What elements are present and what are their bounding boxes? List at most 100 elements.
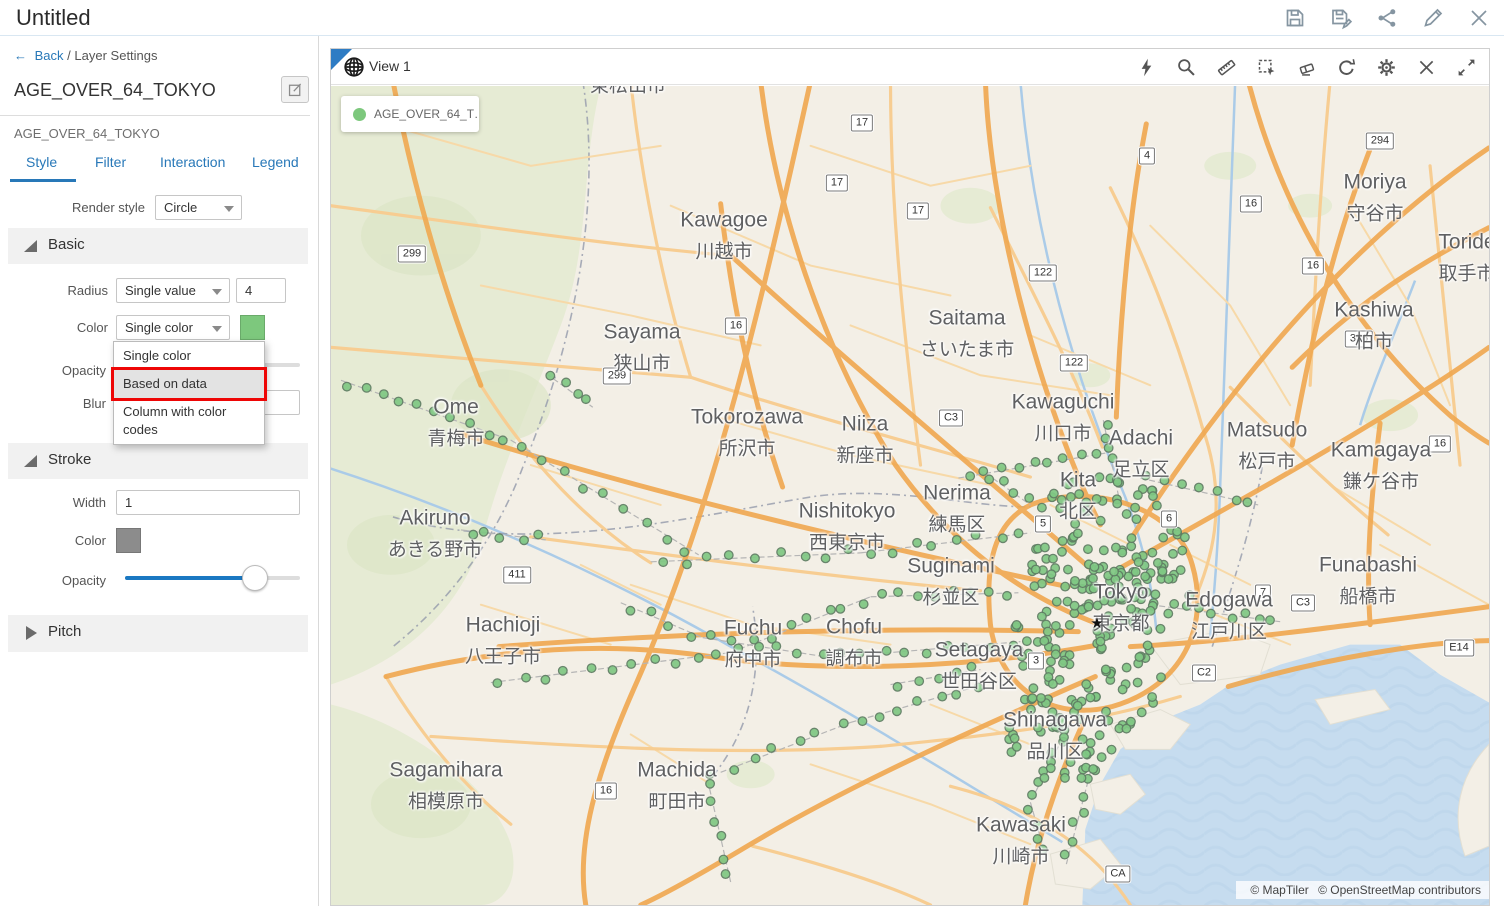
share-icon[interactable] [1374, 5, 1400, 31]
data-point [938, 692, 947, 701]
stroke-width-input[interactable]: 1 [116, 490, 300, 515]
tab-filter[interactable]: Filter [95, 154, 126, 170]
road-shield: 17 [907, 203, 929, 220]
data-point [1148, 548, 1157, 557]
road-shield: 356 [1345, 331, 1373, 348]
data-point [1135, 653, 1144, 662]
fullscreen-icon[interactable] [1456, 57, 1477, 78]
map-canvas[interactable]: 東松山市Kawagoe川越市Sayama狭山市Ome青梅市Saitamaさいたま… [331, 86, 1489, 905]
tab-legend[interactable]: Legend [252, 154, 299, 170]
data-point [967, 662, 976, 671]
edit-icon[interactable] [1420, 5, 1446, 31]
data-point [1015, 463, 1024, 472]
data-point [1000, 477, 1009, 486]
option-based-on-data[interactable]: Based on data [114, 370, 264, 398]
back-link[interactable]: Back [35, 48, 64, 63]
data-point [793, 649, 802, 658]
data-point [1182, 602, 1191, 611]
select-area-icon[interactable] [1256, 57, 1277, 78]
layer-title: AGE_OVER_64_TOKYO [14, 80, 216, 101]
save-as-icon[interactable] [1328, 5, 1354, 31]
radius-value-input[interactable]: 4 [236, 278, 286, 303]
data-point [1176, 566, 1185, 575]
data-point [1030, 582, 1039, 591]
active-tab-underline [10, 179, 76, 182]
road-shield: 16 [1429, 436, 1451, 453]
settings-icon[interactable] [1376, 57, 1397, 78]
data-point [1102, 665, 1111, 674]
data-point [836, 605, 845, 614]
data-point [1154, 559, 1163, 568]
data-point [1012, 621, 1021, 630]
data-point [546, 371, 555, 380]
tab-interaction[interactable]: Interaction [160, 154, 225, 170]
data-point [767, 744, 776, 753]
data-point [1031, 458, 1040, 467]
save-icon[interactable] [1282, 5, 1308, 31]
option-column-with-color-codes[interactable]: Column with color codes [114, 398, 264, 444]
close-view-icon[interactable] [1416, 57, 1437, 78]
data-point [1104, 421, 1113, 430]
data-point [1095, 473, 1104, 482]
data-point [1113, 499, 1122, 508]
data-point [574, 390, 583, 399]
data-point [1178, 480, 1187, 489]
rename-layer-button[interactable] [281, 76, 309, 103]
road-shield: 122 [1060, 355, 1088, 372]
data-point [1046, 764, 1055, 773]
data-point [706, 631, 715, 640]
data-point [724, 551, 733, 560]
basic-section-header[interactable]: Basic [8, 228, 308, 264]
data-point [821, 554, 830, 563]
search-icon[interactable] [1176, 57, 1197, 78]
data-point [1082, 498, 1091, 507]
attribution-maptiler[interactable]: © MapTiler [1250, 883, 1308, 897]
data-point [1113, 478, 1122, 487]
data-point [702, 552, 711, 561]
data-point [999, 534, 1008, 543]
stroke-color-swatch[interactable] [116, 528, 141, 553]
data-point [1104, 612, 1113, 621]
data-point [1164, 575, 1173, 584]
fill-color-swatch[interactable] [240, 315, 265, 340]
titlebar-actions [1282, 0, 1498, 36]
data-point [1143, 641, 1152, 650]
measure-icon[interactable] [1216, 57, 1237, 78]
tab-style[interactable]: Style [26, 154, 57, 170]
data-point [1122, 724, 1131, 733]
road-shield: 122 [1029, 265, 1057, 282]
data-point [599, 489, 608, 498]
data-point [1151, 590, 1160, 599]
refresh-icon[interactable] [1336, 57, 1357, 78]
stroke-section-title: Stroke [48, 451, 91, 468]
data-point [1143, 626, 1152, 635]
flash-icon[interactable] [1136, 57, 1157, 78]
data-point [893, 683, 902, 692]
stroke-section-header[interactable]: Stroke [8, 443, 308, 479]
render-style-select[interactable]: Circle [155, 195, 242, 220]
radius-mode-select[interactable]: Single value [116, 278, 230, 303]
erase-icon[interactable] [1296, 57, 1317, 78]
data-point [751, 754, 760, 763]
slider-thumb[interactable] [242, 565, 268, 591]
data-point [1084, 545, 1093, 554]
option-single-color[interactable]: Single color [114, 342, 264, 370]
data-point [1173, 527, 1182, 536]
data-point [1057, 496, 1066, 505]
close-icon[interactable] [1466, 5, 1492, 31]
data-point [1033, 821, 1042, 830]
data-point [1028, 791, 1037, 800]
road-shield: 16 [595, 783, 617, 800]
data-point [966, 472, 975, 481]
road-shield: 299 [398, 246, 426, 263]
map-legend[interactable]: AGE_OVER_64_T… [341, 96, 479, 132]
stroke-opacity-slider[interactable] [125, 565, 300, 591]
back-arrow-icon[interactable]: ← [14, 48, 27, 63]
pitch-section-header[interactable]: Pitch [8, 615, 308, 652]
data-point [1048, 708, 1057, 717]
data-point [1129, 618, 1138, 627]
data-point [1195, 483, 1204, 492]
attribution-osm[interactable]: © OpenStreetMap contributors [1318, 883, 1481, 897]
data-point [1132, 515, 1141, 524]
color-mode-select[interactable]: Single color [116, 315, 230, 340]
